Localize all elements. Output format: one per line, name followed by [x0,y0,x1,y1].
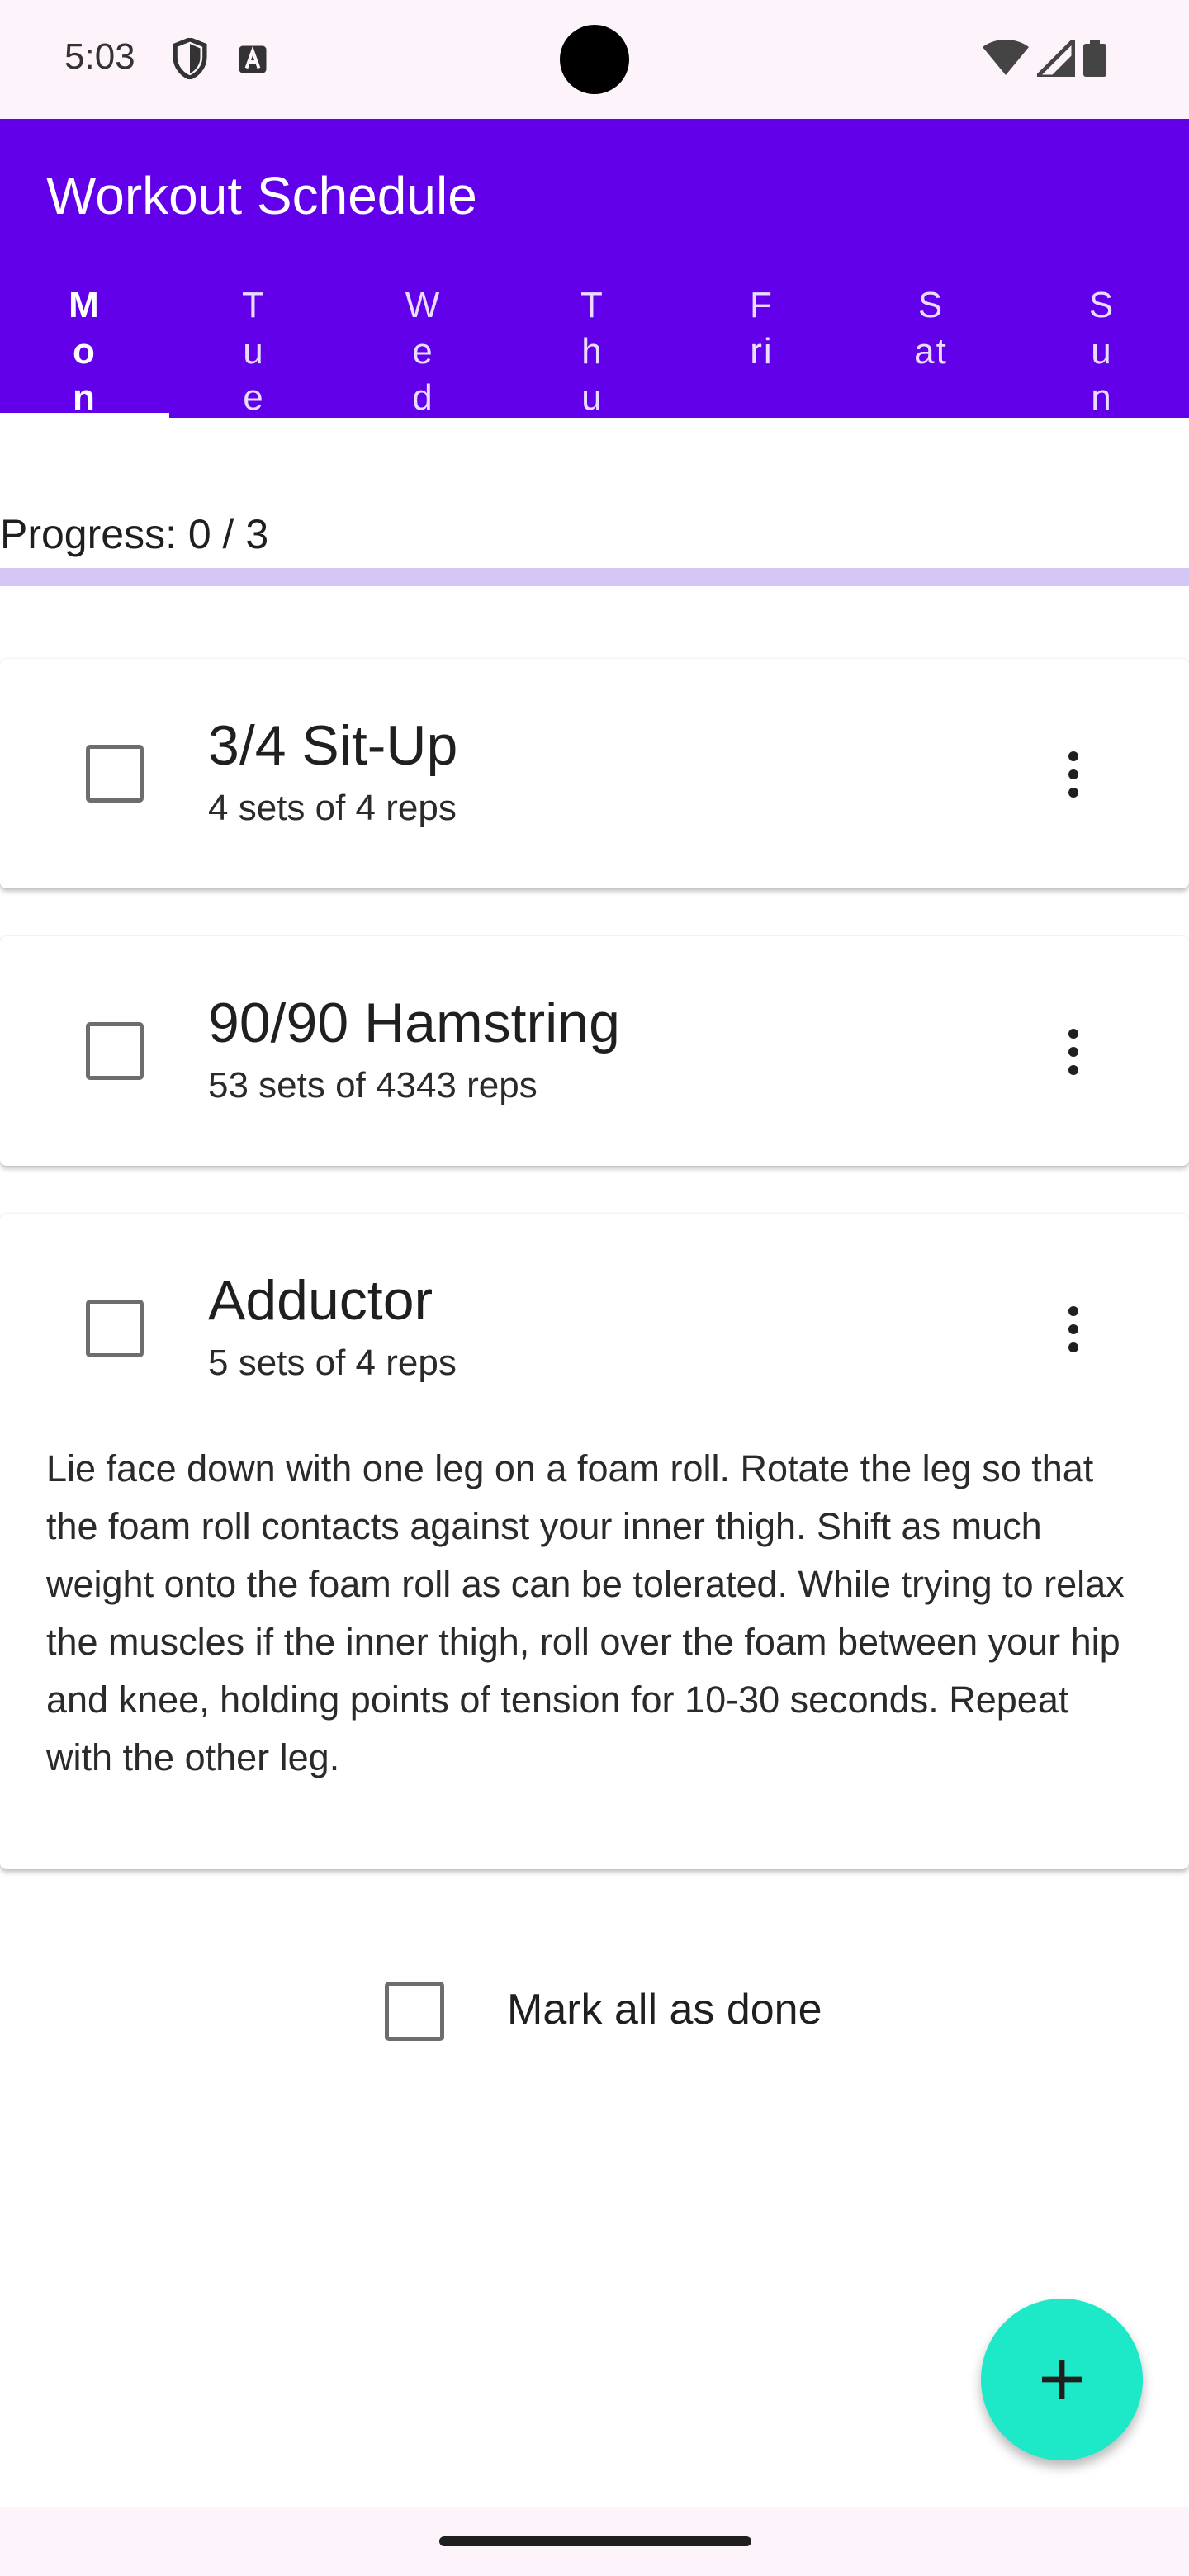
menu-dot [1068,1065,1078,1075]
shield-icon [173,38,207,79]
menu-dot [1068,1029,1078,1039]
battery-icon [1083,40,1106,77]
exercise-checkbox[interactable] [86,745,144,803]
tab-label: Wed [405,285,442,418]
tab-label: Tue [242,285,266,418]
menu-dot [1068,751,1078,761]
camera-cutout [560,25,629,94]
exercise-title: 90/90 Hamstring [208,992,620,1054]
menu-dot [1068,1324,1078,1334]
exercise-subtitle: 53 sets of 4343 reps [208,1065,538,1106]
day-tabs: Mon Tue Wed Thu Fri Sat Sun [0,281,1189,418]
menu-dot [1068,1047,1078,1057]
exercise-title: 3/4 Sit-Up [208,714,458,777]
tab-label: Sun [1088,285,1116,418]
tab-label: Mon [69,285,101,418]
tab-label: Thu [580,285,604,418]
menu-dot [1068,788,1078,798]
mark-all-label[interactable]: Mark all as done [507,1985,822,2034]
tab-thu[interactable]: Thu [508,281,677,418]
more-vert-icon[interactable] [1049,741,1098,807]
more-vert-icon[interactable] [1049,1019,1098,1085]
home-indicator[interactable] [439,2536,751,2546]
tab-indicator [0,413,169,418]
status-time: 5:03 [64,36,135,77]
signal-icon [1037,40,1075,77]
app-title: Workout Schedule [46,166,477,225]
tab-mon[interactable]: Mon [0,281,169,418]
exercise-subtitle: 5 sets of 4 reps [208,1342,457,1383]
exercise-card[interactable]: 90/90 Hamstring 53 sets of 4343 reps [0,936,1189,1166]
status-right-icons [983,40,1106,78]
menu-dot [1068,769,1078,779]
more-vert-icon[interactable] [1049,1296,1098,1362]
tab-sun[interactable]: Sun [1017,281,1187,418]
progress-text: Progress: 0 / 3 [0,511,269,557]
tab-label: Fri [750,285,774,372]
status-bar: 5:03 [0,0,1189,119]
font-a-icon [239,45,267,73]
progress-bar [0,568,1189,586]
app-bar: Workout Schedule Mon Tue Wed Thu Fri Sat… [0,119,1189,418]
menu-dot [1068,1306,1078,1316]
exercise-checkbox[interactable] [86,1300,144,1357]
exercise-card[interactable]: 3/4 Sit-Up 4 sets of 4 reps [0,659,1189,888]
tab-tue[interactable]: Tue [169,281,339,418]
tab-fri[interactable]: Fri [677,281,846,418]
exercise-checkbox[interactable] [86,1022,144,1080]
wifi-icon [983,40,1029,75]
exercise-title: Adductor [208,1269,433,1332]
add-exercise-button[interactable] [981,2299,1143,2460]
menu-dot [1068,1342,1078,1352]
exercise-description: Lie face down with one leg on a foam rol… [46,1447,1125,1778]
tab-label: Sat [914,285,948,372]
exercise-card-expanded[interactable]: Adductor 5 sets of 4 reps Lie face down … [0,1214,1189,1869]
tab-sat[interactable]: Sat [846,281,1016,418]
exercise-subtitle: 4 sets of 4 reps [208,788,457,828]
tab-wed[interactable]: Wed [339,281,508,418]
plus-icon [1042,2360,1082,2399]
navigation-bar [0,2507,1189,2576]
mark-all-checkbox[interactable] [385,1982,444,2041]
